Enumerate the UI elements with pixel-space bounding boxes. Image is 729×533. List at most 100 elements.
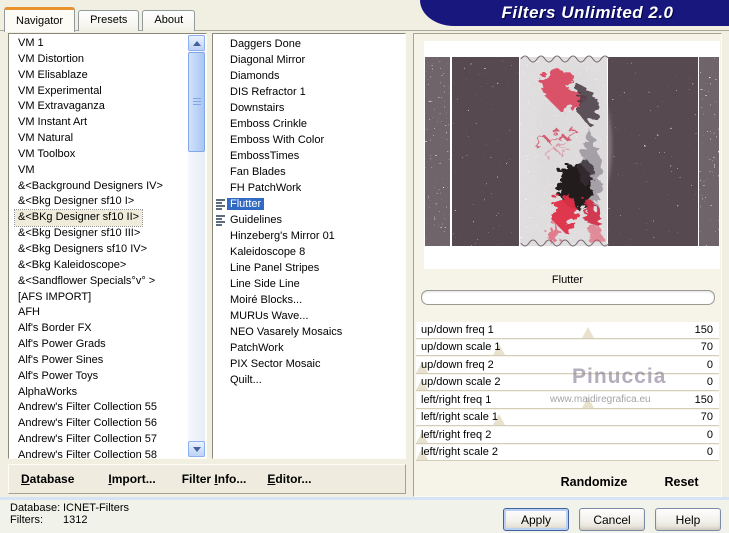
filter-listbox[interactable]: Daggers Done Diagonal Mirror Diamonds DIS R… — [212, 33, 406, 459]
filter-item[interactable]: FH PatchWork — [214, 180, 403, 196]
filter-item[interactable]: Hinzeberg's Mirror 01 — [214, 228, 403, 244]
category-item[interactable]: VM Elisablaze — [10, 68, 188, 84]
filter-info-button[interactable]: Filter Info... — [182, 472, 247, 486]
category-item[interactable]: VM — [10, 163, 188, 179]
filter-item[interactable]: Kaleidoscope 8 — [214, 244, 403, 260]
category-scrollbar[interactable] — [188, 35, 205, 457]
category-item[interactable]: Alf's Power Toys — [10, 369, 188, 385]
import-button[interactable]: Import... — [108, 472, 155, 486]
category-item[interactable]: Andrew's Filter Collection 56 — [10, 416, 188, 432]
category-item-label: [AFS IMPORT] — [18, 290, 92, 303]
category-item[interactable]: VM Extravaganza — [10, 99, 188, 115]
category-item[interactable]: &<Bkg Designer sf10 III> — [10, 226, 188, 242]
filters-status-value: 1312 — [63, 514, 88, 526]
filter-item[interactable]: DIS Refractor 1 — [214, 84, 403, 100]
scroll-down-button[interactable] — [188, 441, 205, 457]
category-item[interactable]: &<Sandflower Specials°v° > — [10, 274, 188, 290]
filter-item[interactable]: Diamonds — [214, 68, 403, 84]
category-item[interactable]: AFH — [10, 305, 188, 321]
parameter-slider-left-right-scale-1[interactable]: left/right scale 1 70 — [416, 409, 719, 425]
tab-navigator[interactable]: Navigator — [4, 7, 76, 32]
dialog-button-row: Apply Cancel Help — [503, 508, 721, 531]
filter-item-label: PatchWork — [230, 342, 284, 354]
filter-item[interactable]: Emboss With Color — [214, 132, 403, 148]
category-item[interactable]: VM Experimental — [10, 84, 188, 100]
preview-area[interactable] — [424, 41, 720, 269]
filter-item[interactable]: NEO Vasarely Mosaics — [214, 324, 403, 340]
category-item[interactable]: VM Natural — [10, 131, 188, 147]
category-item[interactable]: Alf's Power Sines — [10, 353, 188, 369]
category-item[interactable]: VM Distortion — [10, 52, 188, 68]
parameter-label: left/right scale 1 — [421, 411, 499, 424]
parameter-slider-up-down-freq-2[interactable]: up/down freq 2 0 — [416, 357, 719, 373]
parameter-value: 150 — [694, 323, 713, 336]
category-item[interactable]: Andrew's Filter Collection 58 — [10, 448, 188, 458]
filter-item[interactable]: Downstairs — [214, 100, 403, 116]
category-item-label: Alf's Power Toys — [18, 369, 99, 382]
editor-button[interactable]: Editor... — [267, 472, 311, 486]
parameter-label: left/right scale 2 — [421, 446, 499, 459]
category-item[interactable]: &<BKg Designer sf10 II> — [10, 209, 188, 228]
filter-item[interactable]: Quilt... — [214, 372, 403, 388]
randomize-button[interactable]: Randomize — [549, 475, 639, 489]
parameter-value: 0 — [706, 428, 713, 441]
filter-item[interactable]: Flutter — [214, 196, 403, 212]
help-button[interactable]: Help — [655, 508, 721, 531]
filter-item[interactable]: PatchWork — [214, 340, 403, 356]
filter-item[interactable]: MURUs Wave... — [214, 308, 403, 324]
filter-item[interactable]: Moiré Blocks... — [214, 292, 403, 308]
category-item[interactable]: &<Bkg Kaleidoscope> — [10, 258, 188, 274]
category-item[interactable]: Alf's Border FX — [10, 321, 188, 337]
category-item-label: Andrew's Filter Collection 55 — [18, 401, 158, 414]
filter-item-label: Flutter — [227, 198, 265, 210]
category-item[interactable]: Andrew's Filter Collection 55 — [10, 400, 188, 416]
parameter-slider-up-down-scale-1[interactable]: up/down scale 1 70 — [416, 339, 719, 355]
filter-item[interactable]: Line Panel Stripes — [214, 260, 403, 276]
category-item-label: VM Toolbox — [18, 147, 76, 160]
category-item[interactable]: Alf's Power Grads — [10, 337, 188, 353]
filter-item[interactable]: EmbossTimes — [214, 148, 403, 164]
category-item[interactable]: VM Instant Art — [10, 115, 188, 131]
category-item[interactable]: &<Bkg Designers sf10 IV> — [10, 242, 188, 258]
tab-presets[interactable]: Presets — [78, 10, 140, 31]
filter-item-label: Emboss With Color — [230, 134, 325, 146]
filter-item-label: Kaleidoscope 8 — [230, 246, 306, 258]
category-item-label: Alf's Border FX — [18, 322, 92, 335]
database-button[interactable]: Database — [21, 472, 74, 486]
tab-about[interactable]: About — [142, 10, 196, 31]
category-listbox[interactable]: VM 1 VM Distortion VM Elisablaze VM Experim… — [8, 33, 207, 459]
filter-item[interactable]: Fan Blades — [214, 164, 403, 180]
parameter-slider-left-right-freq-2[interactable]: left/right freq 2 0 — [416, 427, 719, 443]
category-item[interactable]: AlphaWorks — [10, 385, 188, 401]
filter-item[interactable]: Daggers Done — [214, 36, 403, 52]
filter-item[interactable]: PIX Sector Mosaic — [214, 356, 403, 372]
cancel-button[interactable]: Cancel — [579, 508, 645, 531]
filter-item[interactable]: Diagonal Mirror — [214, 52, 403, 68]
reset-button[interactable]: Reset — [654, 475, 709, 489]
filter-item[interactable]: Line Side Line — [214, 276, 403, 292]
filter-item-label: EmbossTimes — [230, 150, 300, 162]
scroll-up-button[interactable] — [188, 35, 205, 51]
filter-item-label: Hinzeberg's Mirror 01 — [230, 230, 335, 242]
category-item[interactable]: [AFS IMPORT] — [10, 290, 188, 306]
slider-thumb-icon[interactable] — [581, 326, 594, 338]
category-item[interactable]: Andrew's Filter Collection 57 — [10, 432, 188, 448]
parameter-slider-left-right-scale-2[interactable]: left/right scale 2 0 — [416, 444, 719, 460]
apply-button[interactable]: Apply — [503, 508, 569, 531]
filter-item[interactable]: Emboss Crinkle — [214, 116, 403, 132]
parameter-slider-up-down-scale-2[interactable]: up/down scale 2 0 — [416, 374, 719, 390]
category-item[interactable]: &<Bkg Designer sf10 I> — [10, 194, 188, 210]
category-item-label: &<Background Designers IV> — [18, 179, 163, 192]
parameter-slider-up-down-freq-1[interactable]: up/down freq 1 150 — [416, 322, 719, 338]
thumb-grip-icon — [192, 98, 201, 106]
database-status-label: Database: — [10, 502, 61, 514]
parameter-slider-left-right-freq-1[interactable]: left/right freq 1 150 — [416, 392, 719, 408]
category-item[interactable]: &<Background Designers IV> — [10, 179, 188, 195]
scrollbar-thumb[interactable] — [188, 52, 205, 152]
progress-bar — [421, 290, 715, 305]
parameter-label: up/down freq 1 — [421, 323, 494, 336]
slider-thumb-icon[interactable] — [581, 396, 594, 408]
category-item[interactable]: VM 1 — [10, 36, 188, 52]
filter-item[interactable]: Guidelines — [214, 212, 403, 228]
category-item[interactable]: VM Toolbox — [10, 147, 188, 163]
